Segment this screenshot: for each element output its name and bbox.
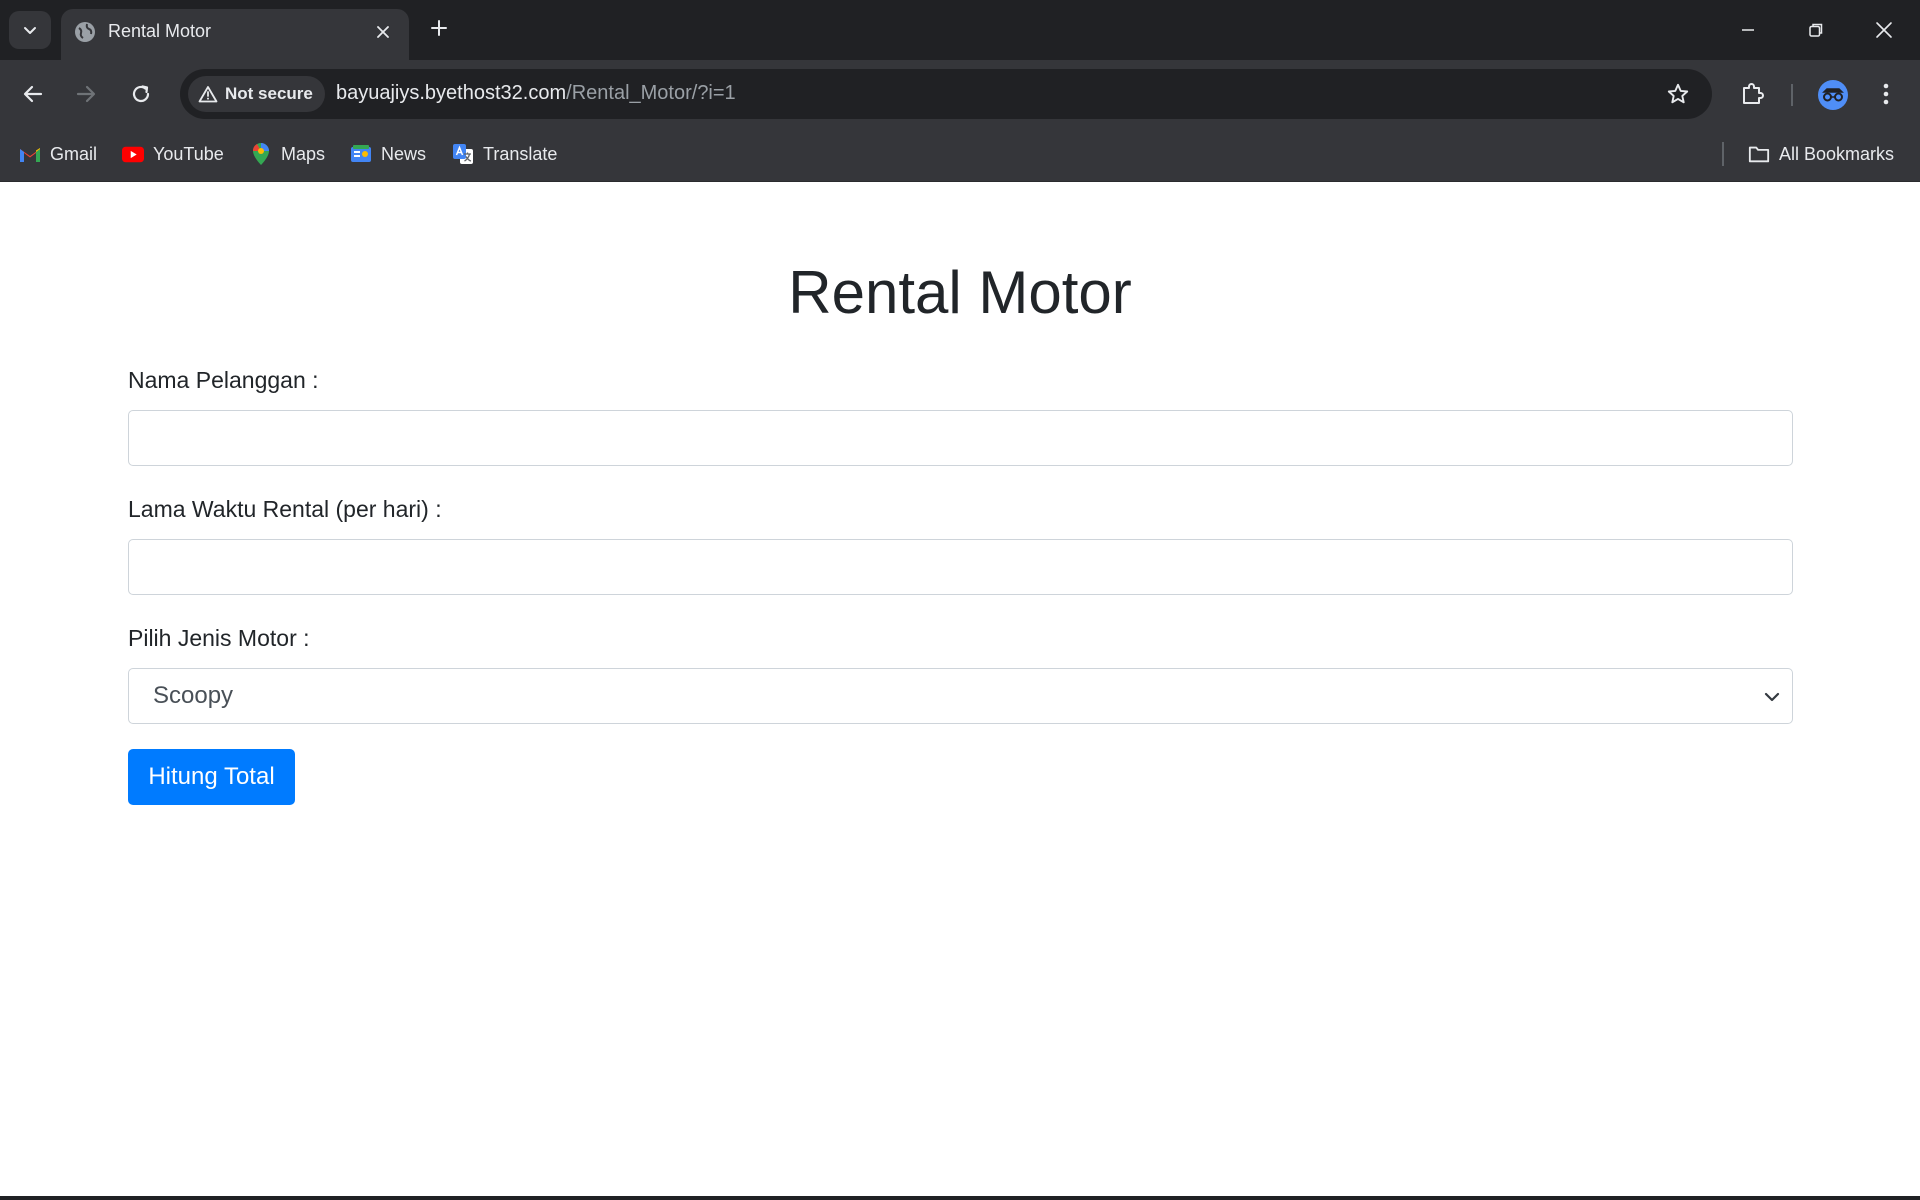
- window-bottom-border: [0, 1196, 1920, 1200]
- tab-close-button[interactable]: [369, 18, 397, 46]
- chevron-down-icon: [24, 27, 36, 34]
- folder-icon: [1748, 143, 1770, 165]
- restore-button[interactable]: [1782, 0, 1850, 60]
- address-bar[interactable]: Not secure bayuajiys.byethost32.com/Rent…: [180, 69, 1712, 119]
- nama-pelanggan-input[interactable]: [128, 410, 1793, 466]
- translate-icon: [452, 143, 474, 165]
- all-bookmarks-label: All Bookmarks: [1779, 143, 1895, 164]
- close-icon: [377, 26, 389, 38]
- bookmark-maps[interactable]: Maps: [250, 138, 325, 170]
- bookmark-news[interactable]: News: [350, 138, 426, 170]
- page-content: Rental Motor Nama Pelanggan : Lama Waktu…: [0, 182, 1920, 1196]
- star-icon: [1667, 83, 1689, 104]
- arrow-left-icon: [23, 85, 43, 103]
- arrow-right-icon: [76, 85, 96, 103]
- bookmark-youtube[interactable]: YouTube: [122, 138, 224, 170]
- bookmark-gmail[interactable]: Gmail: [19, 138, 97, 170]
- reload-icon: [132, 85, 150, 103]
- tab-title: Rental Motor: [108, 21, 212, 41]
- back-button[interactable]: [13, 74, 53, 114]
- url-path: /Rental_Motor/?i=1: [566, 82, 736, 104]
- jenis-motor-label: Pilih Jenis Motor :: [128, 625, 310, 651]
- browser-menu-button[interactable]: [1866, 74, 1906, 114]
- extensions-button[interactable]: [1733, 74, 1773, 114]
- toolbar-separator: [1791, 84, 1793, 106]
- bookmark-label: YouTube: [153, 143, 224, 164]
- bookmark-star-button[interactable]: [1664, 80, 1692, 108]
- bookmarks-separator: [1722, 142, 1724, 166]
- chevron-down-icon: [1764, 692, 1780, 702]
- tab-search-button[interactable]: [9, 11, 51, 49]
- url-host: bayuajiys.byethost32.com: [336, 82, 567, 104]
- bookmarks-bar: Gmail YouTube Maps News Translate All Bo…: [0, 128, 1920, 182]
- incognito-icon: [1822, 88, 1844, 102]
- bookmark-label: Gmail: [50, 143, 98, 164]
- bookmark-translate[interactable]: Translate: [452, 138, 557, 170]
- bookmark-label: News: [381, 143, 427, 164]
- puzzle-icon: [1743, 83, 1764, 104]
- close-window-button[interactable]: [1850, 0, 1918, 60]
- maps-icon: [250, 143, 272, 165]
- bookmark-label: Maps: [281, 143, 326, 164]
- bookmark-label: Translate: [483, 143, 558, 164]
- url-text[interactable]: bayuajiys.byethost32.com/Rental_Motor/?i…: [336, 82, 736, 105]
- youtube-icon: [122, 143, 144, 165]
- jenis-motor-selected-value: Scoopy: [153, 682, 234, 709]
- all-bookmarks-button[interactable]: All Bookmarks: [1748, 138, 1894, 170]
- site-info-chip[interactable]: Not secure: [188, 76, 325, 112]
- active-tab[interactable]: Rental Motor: [61, 9, 409, 60]
- hitung-total-button[interactable]: Hitung Total: [128, 749, 295, 805]
- plus-icon: [431, 20, 447, 36]
- minimize-icon: [1742, 29, 1754, 31]
- restore-icon: [1809, 23, 1823, 37]
- news-icon: [350, 143, 372, 165]
- minimize-button[interactable]: [1714, 0, 1782, 60]
- lama-waktu-label: Lama Waktu Rental (per hari) :: [128, 496, 442, 522]
- browser-toolbar: Not secure bayuajiys.byethost32.com/Rent…: [0, 60, 1920, 128]
- browser-tab-strip: Rental Motor: [0, 0, 1920, 60]
- profile-avatar[interactable]: [1818, 80, 1848, 110]
- jenis-motor-select[interactable]: Scoopy: [128, 668, 1793, 724]
- new-tab-button[interactable]: [423, 12, 455, 44]
- forward-button[interactable]: [66, 74, 106, 114]
- reload-button[interactable]: [121, 74, 161, 114]
- globe-icon: [75, 22, 95, 42]
- nama-pelanggan-label: Nama Pelanggan :: [128, 367, 319, 393]
- page-title: Rental Motor: [788, 259, 1132, 326]
- lama-waktu-input[interactable]: [128, 539, 1793, 595]
- security-label: Not secure: [225, 84, 313, 103]
- gmail-icon: [19, 143, 41, 165]
- warning-icon: [198, 86, 218, 103]
- close-icon: [1876, 22, 1892, 38]
- more-vertical-icon: [1883, 83, 1889, 105]
